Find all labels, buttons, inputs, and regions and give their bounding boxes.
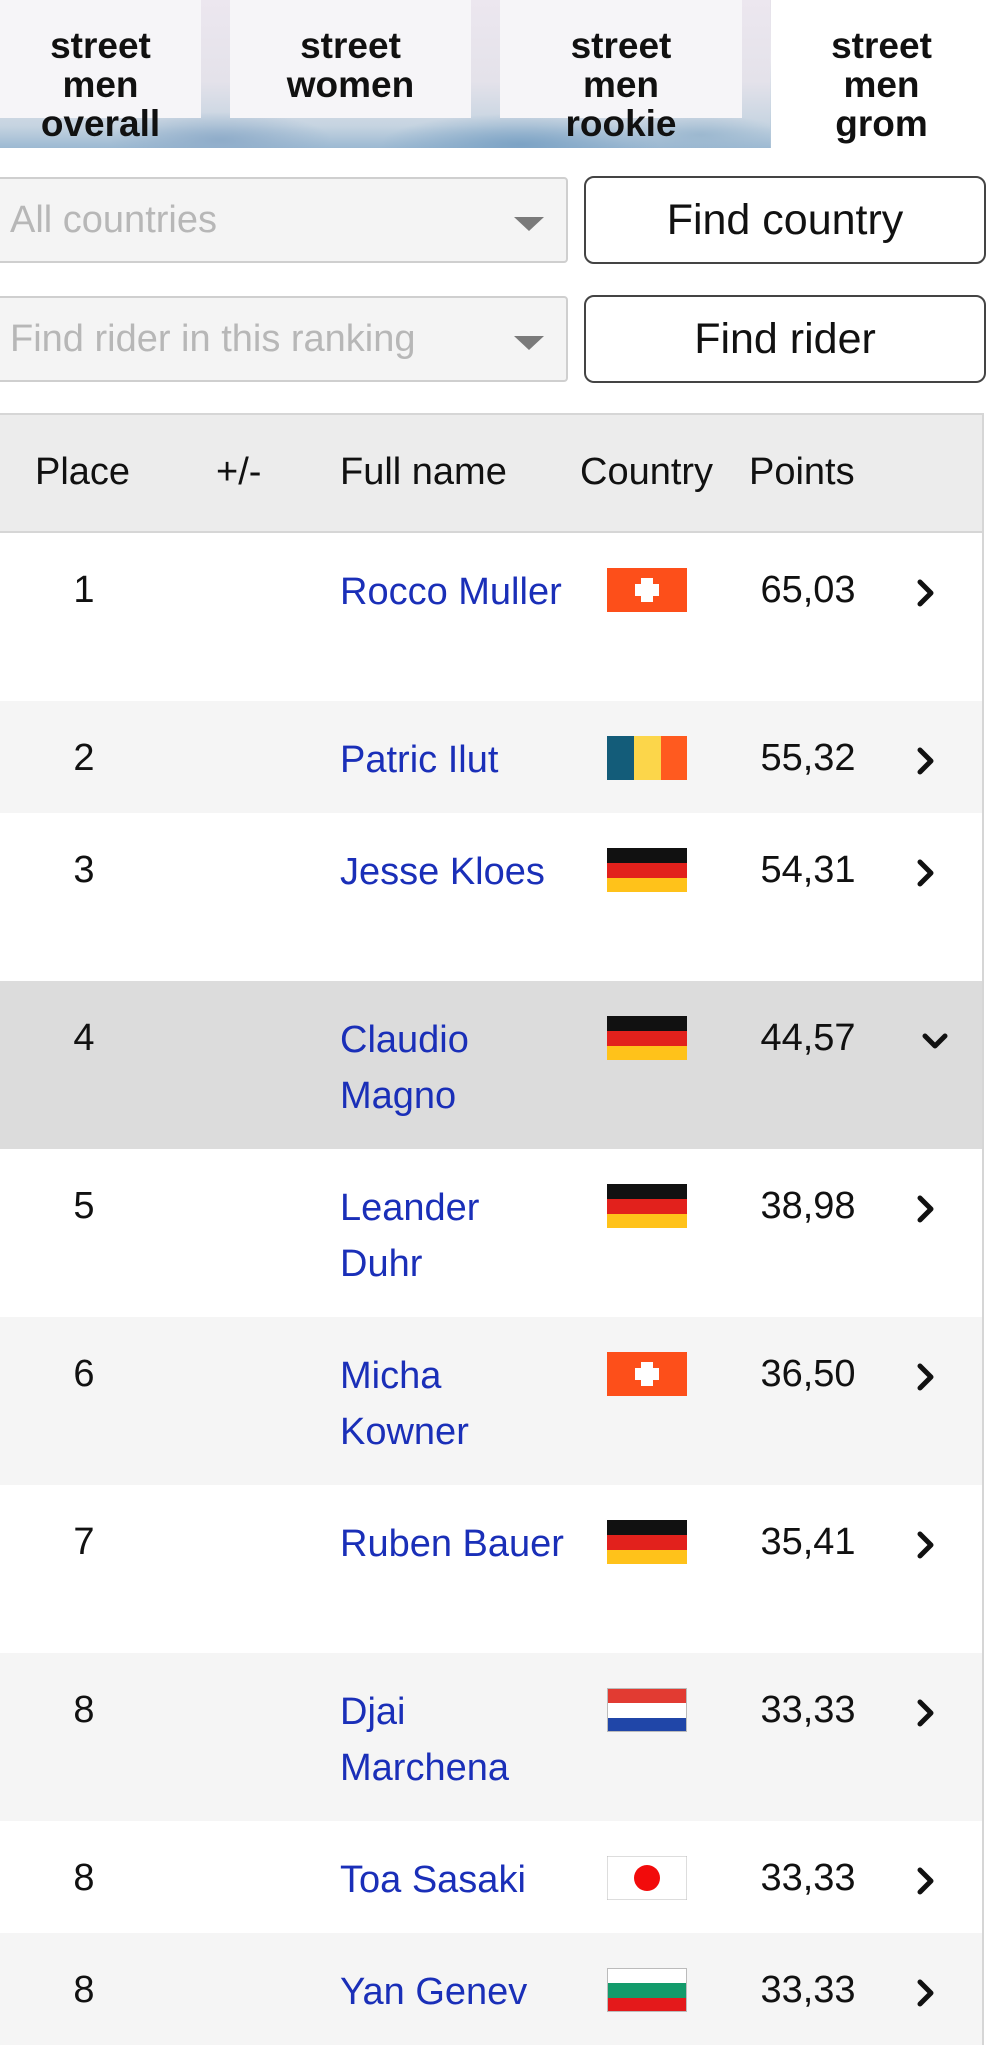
rider-name-link[interactable]: Rocco Muller xyxy=(340,564,570,620)
table-row[interactable]: 7 Ruben Bauer 35,41 xyxy=(0,1485,982,1653)
row-place: 3 xyxy=(73,849,95,891)
header-place: Place xyxy=(35,451,131,493)
row-place: 8 xyxy=(73,1969,95,2011)
table-body: 1 Rocco Muller 65,03 2 Patric Ilut 55,32 3 Jess… xyxy=(0,533,982,2045)
chevron-right-icon[interactable] xyxy=(910,1527,940,1559)
rider-select-value: Find rider in this ranking xyxy=(10,317,416,360)
rider-select[interactable]: Find rider in this ranking xyxy=(0,296,568,382)
romania-flag-icon xyxy=(607,736,687,780)
rider-name-link[interactable]: Toa Sasaki xyxy=(340,1852,570,1908)
table-row[interactable]: 8 Djai Marchena 33,33 xyxy=(0,1653,982,1821)
rider-name-link[interactable]: Jesse Kloes xyxy=(340,844,570,900)
row-place: 5 xyxy=(73,1185,95,1227)
table-row[interactable]: 4 Claudio Magno 44,57 xyxy=(0,981,982,1149)
tab-street-men-grom[interactable]: street men grom xyxy=(771,0,992,148)
chevron-right-icon[interactable] xyxy=(910,575,940,607)
chevron-right-icon[interactable] xyxy=(910,743,940,775)
tab-label: street men rookie xyxy=(565,25,677,144)
table-row[interactable]: 8 Toa Sasaki 33,33 xyxy=(0,1821,982,1933)
table-row[interactable]: 8 Yan Genev 33,33 xyxy=(0,1933,982,2045)
germany-flag-icon xyxy=(607,1016,687,1060)
chevron-down-icon xyxy=(514,217,544,231)
row-points: 38,98 xyxy=(760,1185,856,1227)
row-place: 8 xyxy=(73,1689,95,1731)
tab-street-men-overall[interactable]: street men overall xyxy=(0,0,201,143)
tab-label: street women xyxy=(286,25,415,105)
table-row[interactable]: 2 Patric Ilut 55,32 xyxy=(0,701,982,813)
rider-name-link[interactable]: Micha Kowner xyxy=(340,1348,570,1460)
row-points: 65,03 xyxy=(760,569,856,611)
chevron-right-icon[interactable] xyxy=(910,1359,940,1391)
header-full-name: Full name xyxy=(340,451,507,493)
rider-name-link[interactable]: Patric Ilut xyxy=(340,732,570,788)
switzerland-flag-icon xyxy=(607,1352,687,1396)
country-select[interactable]: All countries xyxy=(0,177,568,263)
rider-name-link[interactable]: Yan Genev xyxy=(340,1964,570,2020)
tab-street-men-rookie[interactable]: street men rookie xyxy=(500,0,742,143)
row-points: 54,31 xyxy=(760,849,856,891)
country-select-value: All countries xyxy=(10,198,217,241)
header-change: +/- xyxy=(216,451,262,493)
find-rider-button[interactable]: Find rider xyxy=(584,295,986,383)
row-place: 1 xyxy=(73,569,95,611)
tab-label: street men grom xyxy=(831,25,932,144)
table-header: Place +/- Full name Country Points xyxy=(0,415,982,533)
chevron-right-icon[interactable] xyxy=(910,1863,940,1895)
chevron-right-icon[interactable] xyxy=(910,1975,940,2007)
rider-name-link[interactable]: Leander Duhr xyxy=(340,1180,570,1292)
chevron-down-icon xyxy=(514,336,544,350)
row-place: 6 xyxy=(73,1353,95,1395)
table-row[interactable]: 5 Leander Duhr 38,98 xyxy=(0,1149,982,1317)
chevron-down-icon[interactable] xyxy=(920,1023,950,1053)
tab-street-women[interactable]: street women xyxy=(230,0,471,118)
header-points: Points xyxy=(749,451,855,493)
germany-flag-icon xyxy=(607,848,687,892)
rider-name-link[interactable]: Claudio Magno xyxy=(340,1012,570,1124)
switzerland-flag-icon xyxy=(607,568,687,612)
row-points: 33,33 xyxy=(760,1857,856,1899)
table-row[interactable]: 6 Micha Kowner 36,50 xyxy=(0,1317,982,1485)
row-place: 2 xyxy=(73,737,95,779)
row-points: 55,32 xyxy=(760,737,856,779)
row-points: 36,50 xyxy=(760,1353,856,1395)
row-points: 33,33 xyxy=(760,1689,856,1731)
chevron-right-icon[interactable] xyxy=(910,1191,940,1223)
row-points: 33,33 xyxy=(760,1969,856,2011)
chevron-right-icon[interactable] xyxy=(910,855,940,887)
japan-flag-icon xyxy=(607,1856,687,1900)
header-country: Country xyxy=(580,451,714,493)
row-place: 4 xyxy=(73,1017,95,1059)
ranking-tabs: street men overall street women street m… xyxy=(0,0,992,148)
germany-flag-icon xyxy=(607,1520,687,1564)
tab-label: street men overall xyxy=(40,25,161,144)
rider-name-link[interactable]: Ruben Bauer xyxy=(340,1516,570,1572)
netherlands-flag-icon xyxy=(607,1688,687,1732)
row-place: 7 xyxy=(73,1521,95,1563)
row-points: 35,41 xyxy=(760,1521,856,1563)
row-points: 44,57 xyxy=(760,1017,856,1059)
chevron-right-icon[interactable] xyxy=(910,1695,940,1727)
find-country-button[interactable]: Find country xyxy=(584,176,986,264)
ranking-table: Place +/- Full name Country Points 1 Rocc… xyxy=(0,413,984,2045)
row-place: 8 xyxy=(73,1857,95,1899)
table-row[interactable]: 1 Rocco Muller 65,03 xyxy=(0,533,982,701)
germany-flag-icon xyxy=(607,1184,687,1228)
table-row[interactable]: 3 Jesse Kloes 54,31 xyxy=(0,813,982,981)
rider-name-link[interactable]: Djai Marchena xyxy=(340,1684,570,1796)
bulgaria-flag-icon xyxy=(607,1968,687,2012)
